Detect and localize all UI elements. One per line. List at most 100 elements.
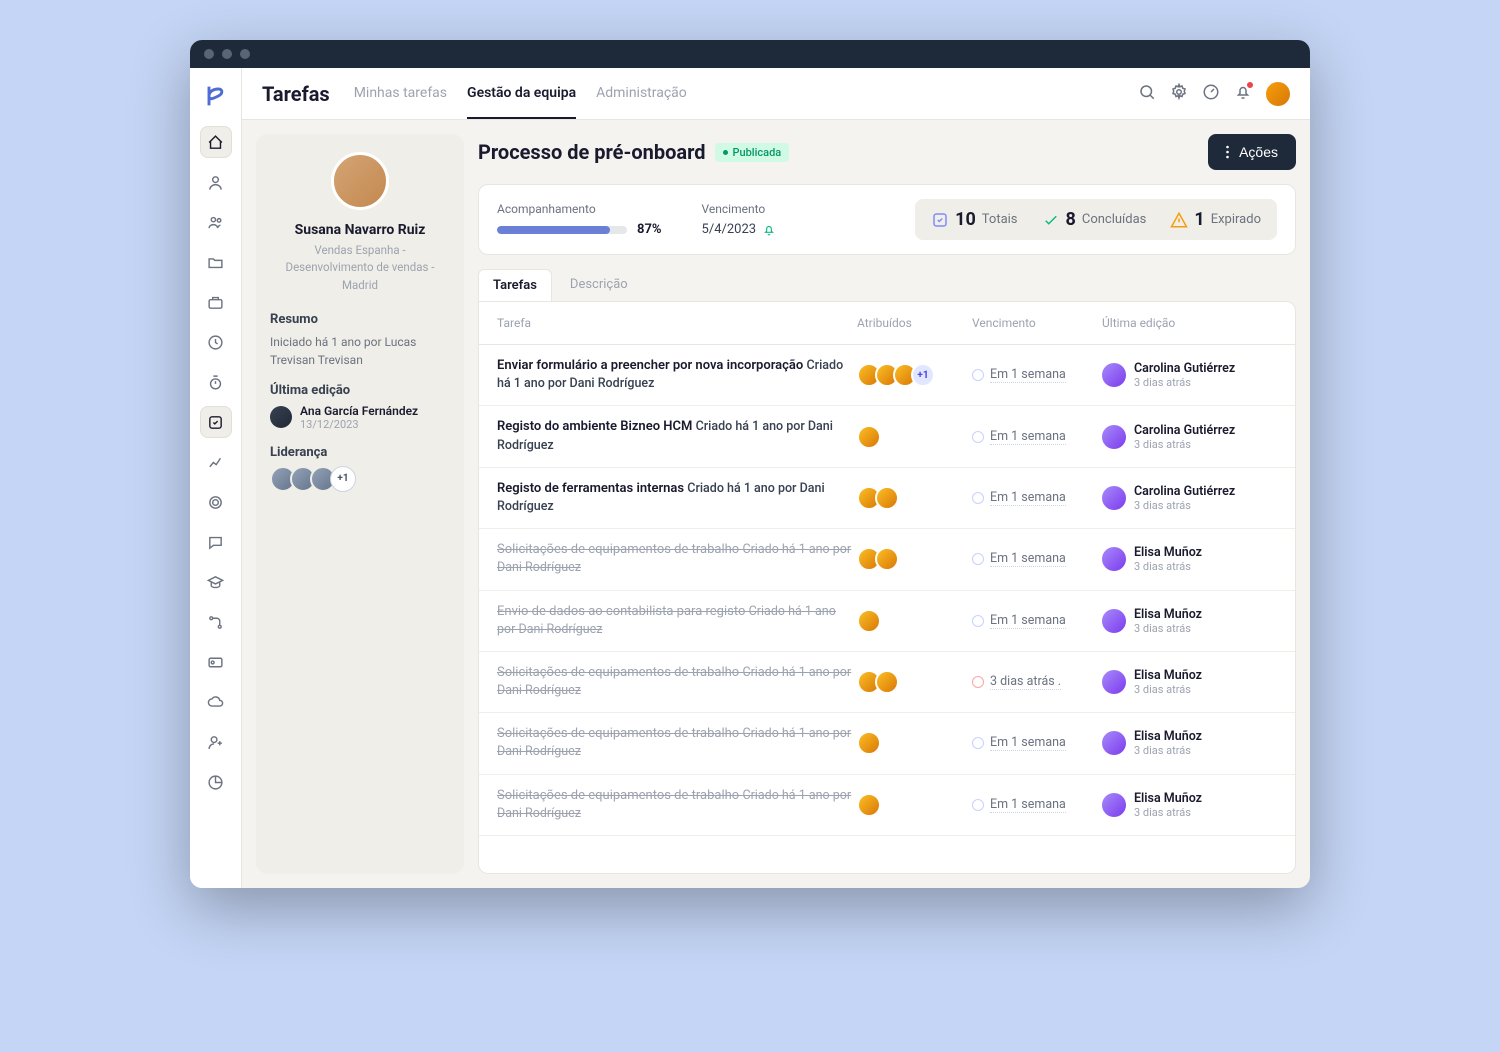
settings-icon[interactable]: [1170, 83, 1188, 105]
nav-education[interactable]: [200, 566, 232, 598]
assignee-avatars: [857, 609, 972, 633]
due-text: Em 1 semana: [990, 429, 1066, 445]
tasks-table: Tarefa Atribuídos Vencimento Última ediç…: [478, 301, 1296, 874]
actions-button[interactable]: Ações: [1208, 134, 1296, 170]
status-dot: [972, 615, 984, 627]
nav-home[interactable]: [200, 126, 232, 158]
editor-name: Elisa Muñoz: [1134, 729, 1202, 744]
task-title: Enviar formulário a preencher por nova i…: [497, 357, 857, 393]
due-text: Em 1 semana: [990, 797, 1066, 813]
status-dot: [972, 737, 984, 749]
due-label: Vencimento: [702, 202, 777, 216]
subtab-description[interactable]: Descrição: [556, 269, 642, 301]
gauge-icon[interactable]: [1202, 83, 1220, 105]
due-date: 5/4/2023: [702, 222, 757, 237]
table-row[interactable]: Registo do ambiente Bizneo HCM Criado há…: [479, 406, 1295, 467]
status-dot: [972, 431, 984, 443]
due-text: Em 1 semana: [990, 735, 1066, 751]
tab-administration[interactable]: Administração: [596, 69, 687, 119]
nav-add-user[interactable]: [200, 726, 232, 758]
nav-tasks[interactable]: [200, 406, 232, 438]
table-row[interactable]: Solicitações de equipamentos de trabalho…: [479, 713, 1295, 774]
tab-my-tasks[interactable]: Minhas tarefas: [354, 69, 447, 119]
maximize-window-icon[interactable]: [240, 49, 250, 59]
subtab-tasks[interactable]: Tarefas: [478, 269, 552, 301]
table-row[interactable]: Solicitações de equipamentos de trabalho…: [479, 652, 1295, 713]
table-row[interactable]: Envio de dados ao contabilista para regi…: [479, 591, 1295, 652]
logo-icon[interactable]: [202, 82, 230, 110]
table-row[interactable]: Solicitações de equipamentos de trabalho…: [479, 529, 1295, 590]
check-icon: [1042, 211, 1060, 229]
kpi-expired-number: 1: [1194, 209, 1204, 230]
editor-name: Elisa Muñoz: [1134, 668, 1202, 683]
task-meta: Criado há 1 ano por Dani Rodríguez: [497, 665, 851, 698]
nav-report[interactable]: [200, 766, 232, 798]
due-text: Em 1 semana: [990, 490, 1066, 506]
table-row[interactable]: Solicitações de equipamentos de trabalho…: [479, 775, 1295, 836]
editor-avatar: [1102, 486, 1126, 510]
nav-user[interactable]: [200, 166, 232, 198]
nav-chat[interactable]: [200, 526, 232, 558]
minimize-window-icon[interactable]: [222, 49, 232, 59]
editor-avatar: [1102, 363, 1126, 387]
workspace-title: Processo de pré-onboard: [478, 140, 705, 164]
due-text: Em 1 semana: [990, 551, 1066, 567]
avatar: [857, 609, 881, 633]
tab-team-management[interactable]: Gestão da equipa: [467, 69, 576, 119]
nav-timer[interactable]: [200, 366, 232, 398]
editor-date: 3 dias atrás: [1134, 560, 1202, 573]
avatar: [875, 486, 899, 510]
task-meta: Criado há 1 ano por Dani Rodríguez: [497, 604, 836, 637]
editor-name: Elisa Muñoz: [1134, 607, 1202, 622]
nav-cloud[interactable]: [200, 686, 232, 718]
nav-workflow[interactable]: [200, 606, 232, 638]
assignee-avatars: [857, 486, 972, 510]
assignee-avatars: +1: [857, 363, 972, 387]
editor-name: Carolina Gutiérrez: [1134, 423, 1235, 438]
avatar-more[interactable]: +1: [330, 466, 356, 492]
editor-avatar: [1102, 731, 1126, 755]
avatar: [857, 731, 881, 755]
status-dot: [972, 369, 984, 381]
assignee-avatars: [857, 731, 972, 755]
page-title: Tarefas: [262, 82, 330, 106]
nav-clock[interactable]: [200, 326, 232, 358]
assignee-avatars: [857, 425, 972, 449]
task-title: Solicitações de equipamentos de trabalho…: [497, 664, 857, 700]
kpi-done-label: Concluídas: [1082, 212, 1147, 227]
editor-avatar: [270, 406, 292, 428]
task-meta: Criado há 1 ano por Dani Rodríguez: [497, 419, 833, 452]
summary-text: Iniciado há 1 ano por Lucas Trevisan Tre…: [270, 333, 450, 369]
th-edited: Última edição: [1102, 316, 1277, 330]
close-window-icon[interactable]: [204, 49, 214, 59]
tracking-label: Acompanhamento: [497, 202, 662, 216]
assignee-avatars: [857, 547, 972, 571]
avatar: [857, 425, 881, 449]
editor-name: Carolina Gutiérrez: [1134, 361, 1235, 376]
nav-folder[interactable]: [200, 246, 232, 278]
notifications-icon[interactable]: [1234, 83, 1252, 105]
editor-avatar: [1102, 547, 1126, 571]
due-text: Em 1 semana: [990, 613, 1066, 629]
avatar: [875, 547, 899, 571]
task-title: Registo do ambiente Bizneo HCM Criado há…: [497, 418, 857, 454]
avatar-more[interactable]: +1: [911, 363, 935, 387]
status-badge: Publicada: [715, 143, 789, 162]
due-text: Em 1 semana: [990, 367, 1066, 383]
task-title: Solicitações de equipamentos de trabalho…: [497, 787, 857, 823]
nav-analytics[interactable]: [200, 446, 232, 478]
sidebar-nav: [190, 68, 242, 888]
table-row[interactable]: Registo de ferramentas internas Criado h…: [479, 468, 1295, 529]
nav-card[interactable]: [200, 646, 232, 678]
user-avatar[interactable]: [1266, 82, 1290, 106]
nav-briefcase[interactable]: [200, 286, 232, 318]
nav-target[interactable]: [200, 486, 232, 518]
th-task: Tarefa: [497, 316, 857, 330]
nav-team[interactable]: [200, 206, 232, 238]
progress-percent: 87%: [637, 222, 662, 237]
editor-name: Elisa Muñoz: [1134, 545, 1202, 560]
search-icon[interactable]: [1138, 83, 1156, 105]
table-row[interactable]: Enviar formulário a preencher por nova i…: [479, 345, 1295, 406]
task-meta: Criado há 1 ano por Dani Rodríguez: [497, 788, 851, 821]
profile-name: Susana Navarro Ruiz: [295, 222, 426, 238]
